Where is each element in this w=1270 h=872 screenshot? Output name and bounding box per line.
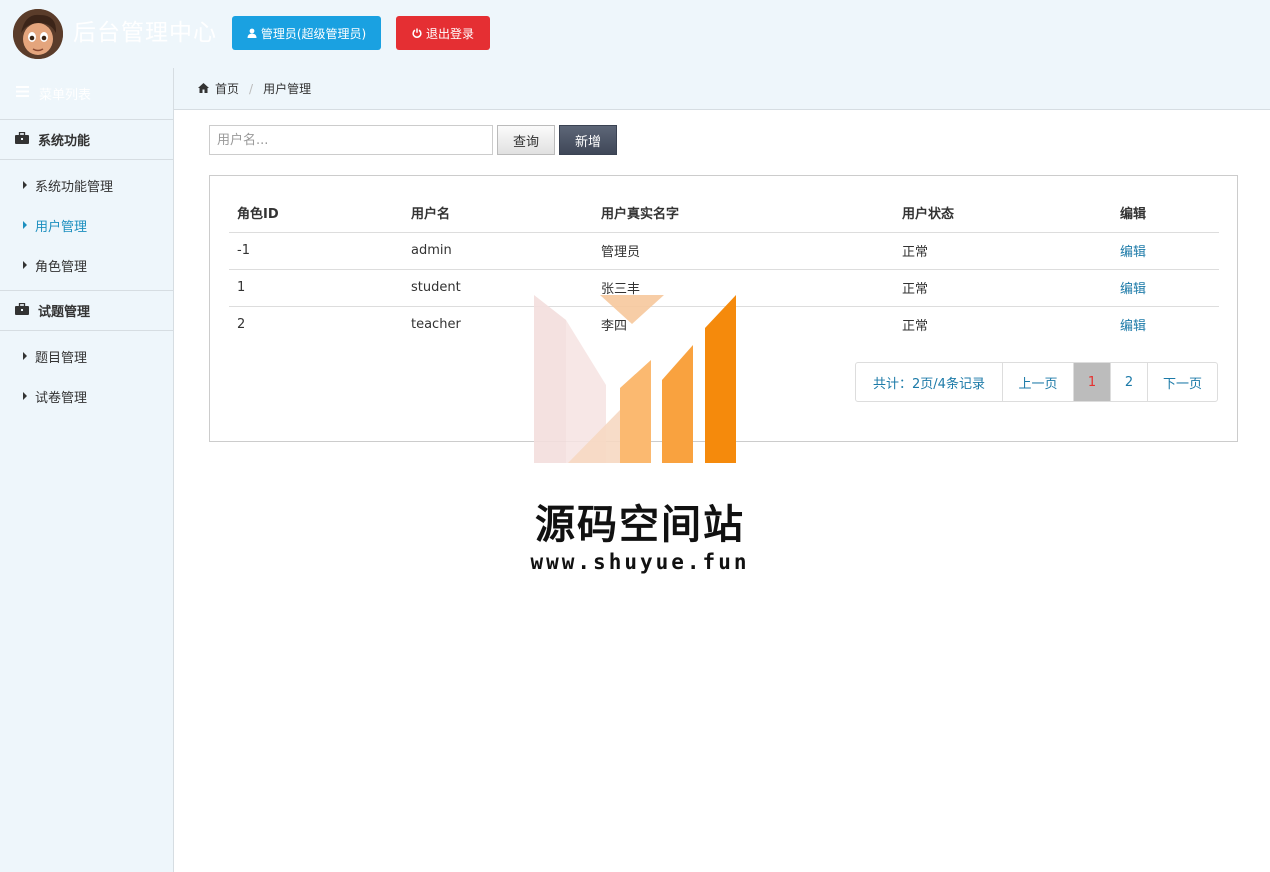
username-search-input[interactable] [209, 125, 493, 155]
briefcase-icon [15, 302, 29, 319]
table-row: 1 student 张三丰 正常 编辑 [229, 269, 1219, 307]
sidebar-item-label: 角色管理 [35, 259, 88, 275]
cell-role-id: 1 [229, 269, 403, 307]
edit-link[interactable]: 编辑 [1120, 245, 1146, 260]
cell-realname: 李四 [601, 319, 628, 335]
menu-icon [16, 86, 29, 101]
caret-right-icon [23, 181, 27, 189]
breadcrumb-home-link[interactable]: 首页 [215, 80, 239, 97]
user-table: 角色ID 用户名 用户真实名字 用户状态 编辑 -1 admin 管理员 正常 … [229, 194, 1219, 343]
caret-right-icon [23, 221, 27, 229]
cell-role-id: 2 [237, 317, 246, 333]
sidebar-item-role-management[interactable]: 角色管理 [0, 245, 173, 285]
cell-status: 正常 [902, 319, 929, 335]
caret-right-icon [23, 392, 27, 400]
cell-edit: 编辑 [1112, 269, 1219, 307]
app-title: 后台管理中心 [73, 20, 217, 46]
table-header-row: 角色ID 用户名 用户真实名字 用户状态 编辑 [229, 194, 1219, 233]
sidebar-item-paper-management[interactable]: 试卷管理 [0, 376, 173, 416]
sidebar-exam-items: 题目管理 试卷管理 [0, 331, 173, 421]
cell-edit: 编辑 [1112, 306, 1219, 343]
user-table-panel: 角色ID 用户名 用户真实名字 用户状态 编辑 -1 admin 管理员 正常 … [209, 175, 1238, 442]
pagination-page-2[interactable]: 2 [1110, 363, 1147, 401]
column-header-realname: 用户真实名字 [593, 194, 894, 233]
sidebar-item-label: 用户管理 [35, 219, 88, 235]
add-button[interactable]: 新增 [559, 125, 617, 155]
watermark-title: 源码空间站 [535, 502, 745, 548]
sidebar: 菜单列表 系统功能 系统功能管理 用户管理 角色管理 试题管理 题目管理 试卷管… [0, 68, 174, 872]
sidebar-group-exam[interactable]: 试题管理 [0, 291, 173, 331]
cell-username: teacher [411, 317, 461, 333]
sidebar-item-label: 试卷管理 [35, 390, 88, 406]
menu-list-label: 菜单列表 [39, 88, 92, 103]
column-header-edit: 编辑 [1112, 194, 1219, 233]
pagination: 共计：2页/4条记录 上一页 1 2 下一页 [855, 362, 1218, 402]
breadcrumb-current: 用户管理 [263, 82, 312, 96]
sidebar-group-system[interactable]: 系统功能 [0, 120, 173, 160]
home-icon [198, 82, 209, 96]
pagination-prev-button[interactable]: 上一页 [1002, 363, 1073, 401]
sidebar-item-system-function[interactable]: 系统功能管理 [0, 165, 173, 205]
top-header: 后台管理中心 管理员(超级管理员) 退出登录 [0, 0, 1270, 68]
sidebar-group-label: 系统功能 [38, 134, 91, 149]
admin-user-button[interactable]: 管理员(超级管理员) [232, 16, 381, 50]
caret-right-icon [23, 352, 27, 360]
menu-list-header: 菜单列表 [0, 68, 173, 120]
breadcrumb: 首页 / 用户管理 [174, 68, 1270, 110]
logout-button[interactable]: 退出登录 [396, 16, 490, 50]
edit-link[interactable]: 编辑 [1120, 282, 1146, 297]
breadcrumb-separator: / [249, 81, 254, 96]
watermark-url: www.shuyue.fun [530, 550, 750, 574]
cell-edit: 编辑 [1112, 232, 1219, 270]
avatar [13, 9, 63, 59]
sidebar-item-question-management[interactable]: 题目管理 [0, 336, 173, 376]
cell-status: 正常 [894, 232, 1112, 270]
column-header-role-id: 角色ID [229, 194, 403, 233]
power-icon [412, 28, 422, 38]
sidebar-item-label: 题目管理 [35, 350, 88, 366]
column-header-username: 用户名 [403, 194, 593, 233]
sidebar-item-label: 系统功能管理 [35, 179, 114, 195]
user-icon [247, 28, 257, 38]
column-header-status: 用户状态 [894, 194, 1112, 233]
cell-username: admin [403, 232, 593, 270]
caret-right-icon [23, 261, 27, 269]
admin-user-label: 管理员(超级管理员) [260, 26, 367, 41]
edit-link[interactable]: 编辑 [1120, 319, 1146, 334]
sidebar-system-items: 系统功能管理 用户管理 角色管理 [0, 160, 173, 290]
sidebar-item-user-management[interactable]: 用户管理 [0, 205, 173, 245]
cell-realname: 管理员 [593, 232, 894, 270]
briefcase-icon [15, 131, 29, 148]
cell-realname: 张三丰 [593, 269, 894, 307]
cell-username: student [403, 269, 593, 307]
table-row: 2 teacher 李四 正常 编辑 [229, 306, 1219, 343]
pagination-page-1[interactable]: 1 [1073, 363, 1110, 401]
table-row: -1 admin 管理员 正常 编辑 [229, 232, 1219, 270]
logout-label: 退出登录 [425, 26, 474, 41]
pagination-total: 共计：2页/4条记录 [873, 376, 985, 392]
pagination-next-button[interactable]: 下一页 [1147, 363, 1217, 401]
cell-role-id: -1 [229, 232, 403, 270]
sidebar-group-label: 试题管理 [38, 305, 91, 320]
cell-status: 正常 [894, 269, 1112, 307]
query-button[interactable]: 查询 [497, 125, 555, 155]
